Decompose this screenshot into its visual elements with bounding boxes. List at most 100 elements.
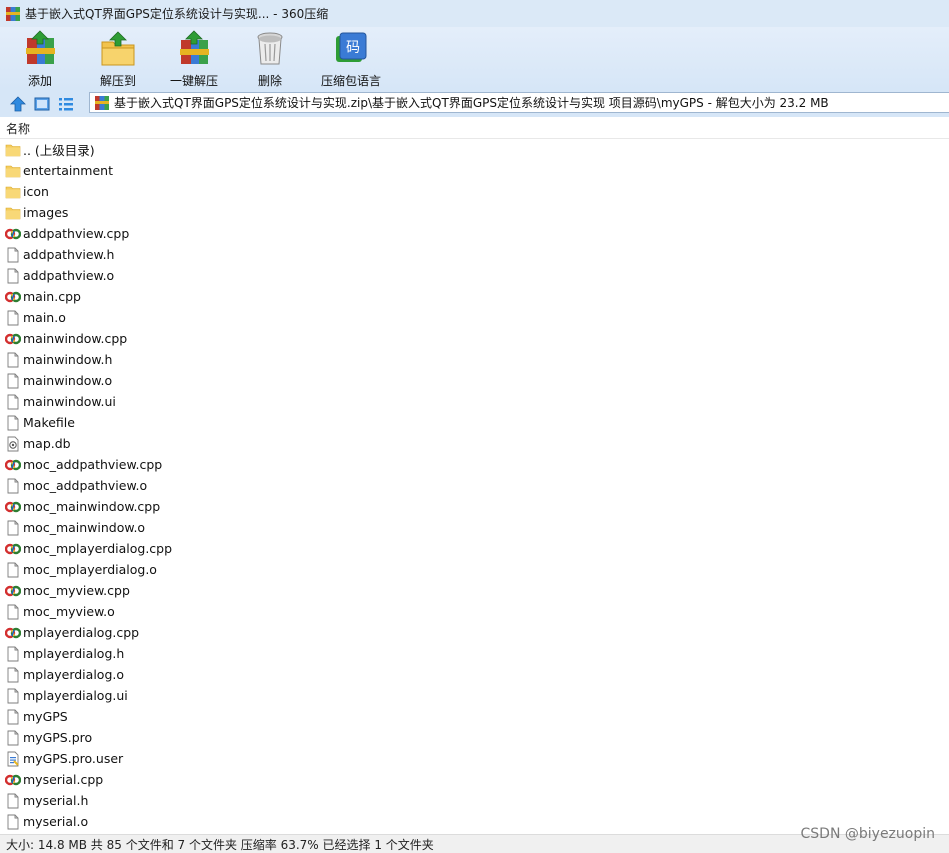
extract-to-button[interactable]: 解压到 bbox=[99, 30, 137, 89]
file-name: myserial.cpp bbox=[23, 772, 104, 787]
watermark: CSDN @biyezuopin bbox=[800, 826, 935, 842]
file-name: entertainment bbox=[23, 163, 113, 178]
file-row[interactable]: main.o bbox=[0, 307, 949, 328]
file-name: mplayerdialog.ui bbox=[23, 688, 128, 703]
file-icon bbox=[5, 562, 21, 578]
file-row[interactable]: mainwindow.cpp bbox=[0, 328, 949, 349]
one-click-extract-label: 一键解压 bbox=[170, 74, 219, 88]
file-icon bbox=[5, 352, 21, 368]
file-row[interactable]: myGPS bbox=[0, 706, 949, 727]
file-row[interactable]: entertainment bbox=[0, 160, 949, 181]
file-name: addpathview.o bbox=[23, 268, 115, 283]
file-name: moc_myview.o bbox=[23, 604, 115, 619]
file-row[interactable]: moc_addpathview.cpp bbox=[0, 454, 949, 475]
file-row[interactable]: main.cpp bbox=[0, 286, 949, 307]
file-name: myGPS.pro bbox=[23, 730, 93, 745]
file-row[interactable]: moc_mplayerdialog.cpp bbox=[0, 538, 949, 559]
folder-icon bbox=[5, 142, 21, 158]
file-name: main.o bbox=[23, 310, 66, 325]
file-icon bbox=[5, 478, 21, 494]
file-name: moc_mplayerdialog.cpp bbox=[23, 541, 173, 556]
file-row[interactable]: myGPS.pro bbox=[0, 727, 949, 748]
file-name: Makefile bbox=[23, 415, 75, 430]
one-click-extract-button[interactable]: 一键解压 bbox=[170, 30, 218, 89]
file-name: moc_myview.cpp bbox=[23, 583, 130, 598]
file-row[interactable]: mainwindow.ui bbox=[0, 391, 949, 412]
file-icon bbox=[5, 373, 21, 389]
window-title: 基于嵌入式QT界面GPS定位系统设计与实现... - 360压缩 bbox=[25, 7, 329, 21]
thumbnail-view-button[interactable] bbox=[33, 95, 51, 113]
cpp-source-icon bbox=[4, 541, 22, 557]
file-row[interactable]: mplayerdialog.cpp bbox=[0, 622, 949, 643]
file-row[interactable]: moc_mainwindow.cpp bbox=[0, 496, 949, 517]
file-name: main.cpp bbox=[23, 289, 81, 304]
file-row[interactable]: icon bbox=[0, 181, 949, 202]
file-row[interactable]: moc_myview.o bbox=[0, 601, 949, 622]
file-name: moc_mainwindow.o bbox=[23, 520, 146, 535]
svg-text:码: 码 bbox=[346, 40, 360, 56]
file-icon bbox=[5, 604, 21, 620]
address-row: 基于嵌入式QT界面GPS定位系统设计与实现.zip\基于嵌入式QT界面GPS定位… bbox=[0, 90, 949, 117]
extract-to-label: 解压到 bbox=[99, 74, 136, 88]
file-name: myserial.o bbox=[23, 814, 89, 829]
file-row[interactable]: Makefile bbox=[0, 412, 949, 433]
file-row[interactable]: moc_mainwindow.o bbox=[0, 517, 949, 538]
file-row[interactable]: myGPS.pro.user bbox=[0, 748, 949, 769]
one-click-extract-icon bbox=[180, 30, 209, 64]
file-name: moc_addpathview.cpp bbox=[23, 457, 163, 472]
file-name: myGPS.pro.user bbox=[23, 751, 124, 766]
file-row[interactable]: addpathview.o bbox=[0, 265, 949, 286]
file-row[interactable]: .. (上级目录) bbox=[0, 139, 949, 160]
file-row[interactable]: myserial.h bbox=[0, 790, 949, 811]
cpp-source-icon bbox=[4, 625, 22, 641]
file-icon bbox=[5, 247, 21, 263]
file-list: .. (上级目录) entertainment icon images addpathv… bbox=[0, 139, 949, 832]
file-row[interactable]: moc_myview.cpp bbox=[0, 580, 949, 601]
add-label: 添加 bbox=[27, 74, 52, 88]
file-name: mainwindow.o bbox=[23, 373, 113, 388]
extract-to-icon bbox=[101, 31, 135, 66]
file-name: mainwindow.cpp bbox=[23, 331, 128, 346]
file-row[interactable]: moc_mplayerdialog.o bbox=[0, 559, 949, 580]
file-row[interactable]: addpathview.cpp bbox=[0, 223, 949, 244]
add-archive-icon bbox=[26, 30, 55, 64]
delete-trash-icon bbox=[257, 32, 283, 65]
file-name: addpathview.h bbox=[23, 247, 115, 262]
add-button[interactable]: 添加 bbox=[21, 30, 59, 89]
toolbar: 添加 解压到 一键解压 删除 码 压缩包语言 bbox=[0, 27, 949, 90]
file-name: moc_addpathview.o bbox=[23, 478, 148, 493]
file-row[interactable]: mplayerdialog.o bbox=[0, 664, 949, 685]
file-name: .. (上级目录) bbox=[23, 143, 95, 158]
file-icon bbox=[5, 394, 21, 410]
file-row[interactable]: addpathview.h bbox=[0, 244, 949, 265]
file-name: mainwindow.ui bbox=[23, 394, 116, 409]
file-icon bbox=[5, 793, 21, 809]
file-icon bbox=[5, 667, 21, 683]
file-name: myGPS bbox=[23, 709, 68, 724]
list-view-icon bbox=[59, 97, 73, 110]
up-arrow-icon bbox=[10, 95, 26, 111]
file-icon bbox=[5, 415, 21, 431]
file-icon bbox=[5, 688, 21, 704]
file-row[interactable]: moc_addpathview.o bbox=[0, 475, 949, 496]
file-row[interactable]: mainwindow.o bbox=[0, 370, 949, 391]
archive-language-button[interactable]: 码 压缩包语言 bbox=[321, 30, 381, 89]
file-row[interactable]: mainwindow.h bbox=[0, 349, 949, 370]
cpp-source-icon bbox=[4, 457, 22, 473]
up-level-button[interactable] bbox=[9, 95, 27, 113]
address-bar[interactable]: 基于嵌入式QT界面GPS定位系统设计与实现.zip\基于嵌入式QT界面GPS定位… bbox=[89, 92, 949, 113]
title-bar: 基于嵌入式QT界面GPS定位系统设计与实现... - 360压缩 bbox=[0, 0, 949, 27]
list-view-button[interactable] bbox=[57, 95, 75, 113]
file-name: addpathview.cpp bbox=[23, 226, 130, 241]
file-icon bbox=[5, 310, 21, 326]
archive-file-icon bbox=[95, 95, 109, 110]
file-icon bbox=[5, 646, 21, 662]
file-row[interactable]: images bbox=[0, 202, 949, 223]
delete-button[interactable]: 删除 bbox=[251, 30, 289, 89]
file-row[interactable]: mplayerdialog.h bbox=[0, 643, 949, 664]
file-row[interactable]: myserial.cpp bbox=[0, 769, 949, 790]
file-row[interactable]: map.db bbox=[0, 433, 949, 454]
column-header-name[interactable]: 名称 bbox=[0, 118, 949, 139]
file-name: myserial.h bbox=[23, 793, 89, 808]
file-row[interactable]: mplayerdialog.ui bbox=[0, 685, 949, 706]
